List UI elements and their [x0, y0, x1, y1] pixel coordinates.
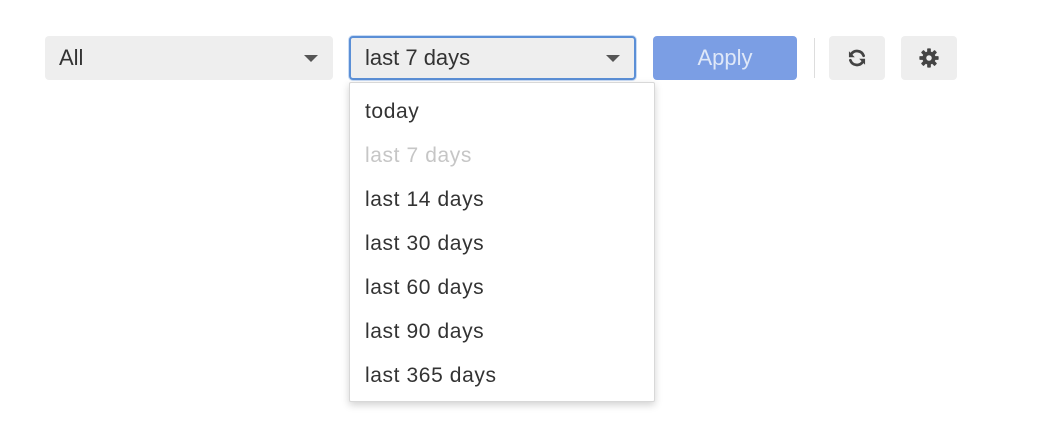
- range-option-last-365-days[interactable]: last 365 days: [350, 354, 654, 398]
- chevron-down-icon: [304, 55, 318, 62]
- range-option-last-90-days[interactable]: last 90 days: [350, 310, 654, 354]
- refresh-icon: [846, 47, 868, 69]
- filter-toolbar-stage: All last 7 days Apply today last 7 days …: [0, 0, 1058, 436]
- date-range-select-value: last 7 days: [365, 45, 471, 70]
- range-option-today[interactable]: today: [350, 90, 654, 134]
- range-option-last-60-days[interactable]: last 60 days: [350, 266, 654, 310]
- chevron-down-icon: [606, 55, 620, 62]
- toolbar-divider: [814, 38, 815, 78]
- scope-select[interactable]: All: [45, 36, 333, 80]
- scope-select-value: All: [59, 45, 84, 70]
- refresh-button[interactable]: [829, 36, 885, 80]
- date-range-select[interactable]: last 7 days: [349, 36, 636, 80]
- range-option-last-14-days[interactable]: last 14 days: [350, 178, 654, 222]
- range-option-last-30-days[interactable]: last 30 days: [350, 222, 654, 266]
- range-option-last-7-days: last 7 days: [365, 144, 472, 167]
- apply-button[interactable]: Apply: [653, 36, 797, 80]
- settings-button[interactable]: [901, 36, 957, 80]
- gear-icon: [918, 47, 940, 69]
- date-range-dropdown-menu: today last 7 days last 14 days last 30 d…: [349, 82, 655, 402]
